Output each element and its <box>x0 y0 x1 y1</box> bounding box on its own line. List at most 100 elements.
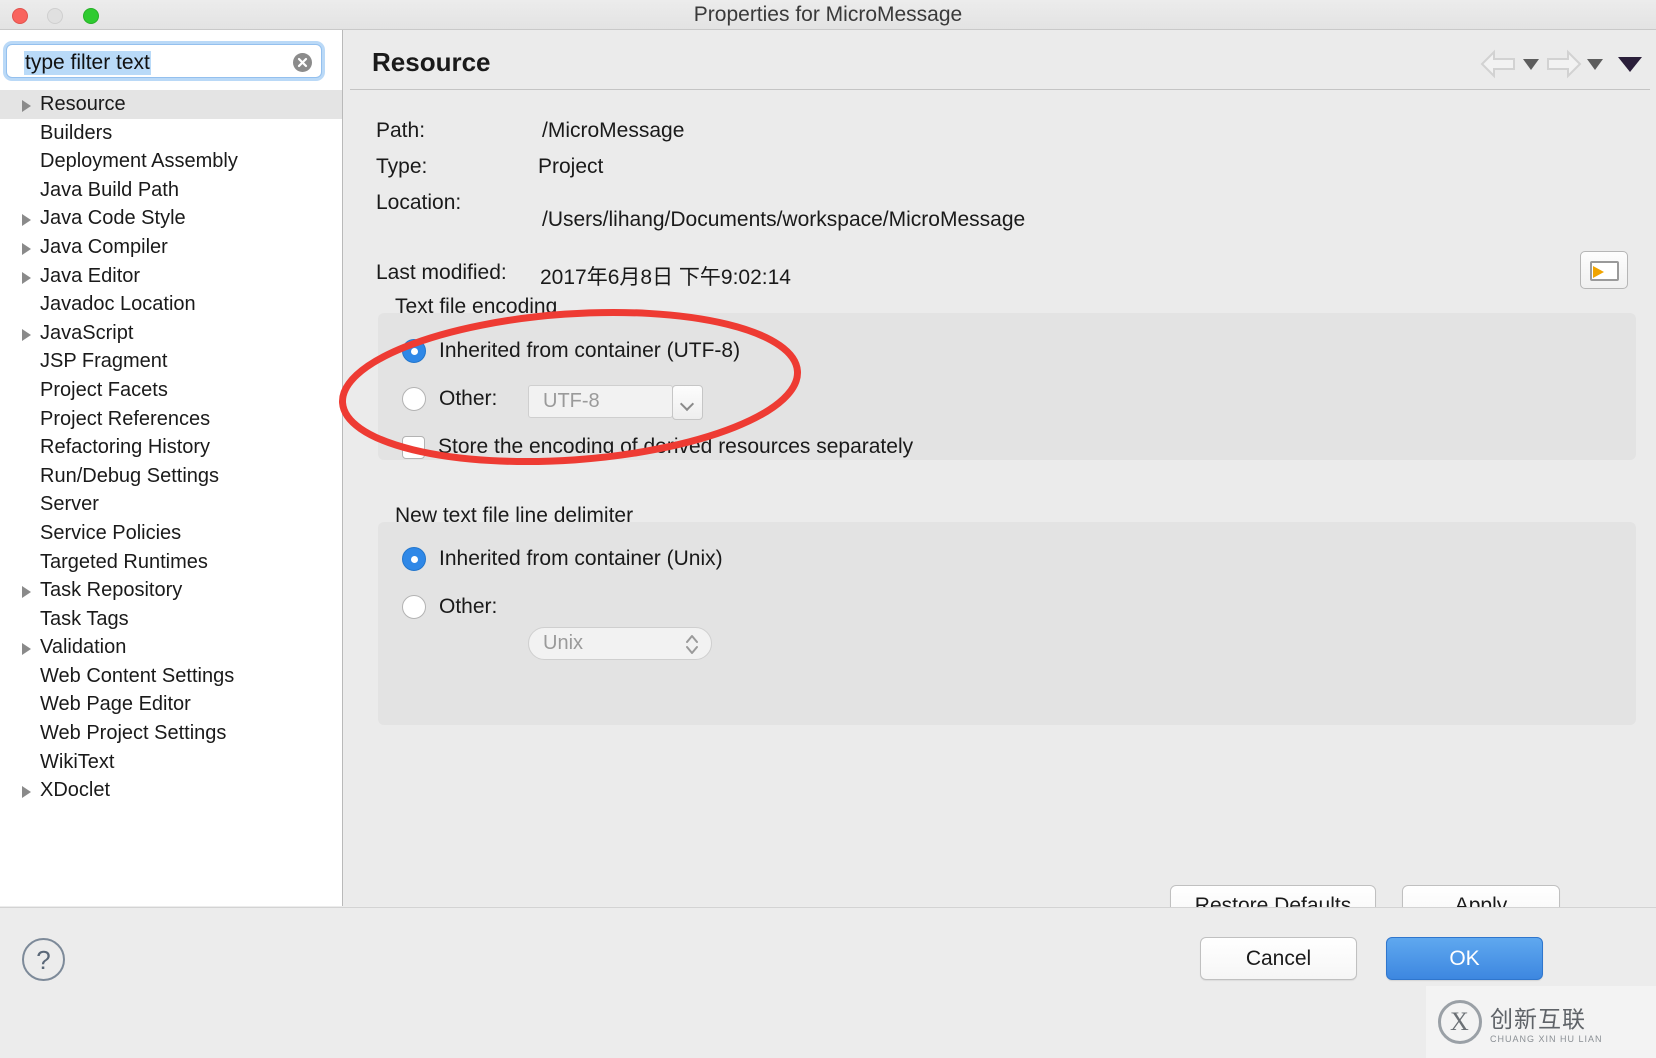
encoding-other-radio-row[interactable]: Other: <box>402 387 497 411</box>
sidebar-item-java-compiler[interactable]: Java Compiler <box>0 233 342 262</box>
sidebar-item-label: JavaScript <box>40 321 134 344</box>
sidebar-item-label: Java Code Style <box>40 207 186 230</box>
stepper-updown-icon[interactable] <box>685 633 699 656</box>
page-header: Resource <box>350 34 1650 90</box>
sidebar-item-label: Deployment Assembly <box>40 150 238 173</box>
expand-triangle-icon[interactable] <box>22 586 31 599</box>
sidebar-item-run-debug-settings[interactable]: Run/Debug Settings <box>0 462 342 491</box>
sidebar-item-label: Web Project Settings <box>40 722 227 745</box>
watermark-line-1: 创新互联 <box>1490 1006 1586 1032</box>
sidebar-item-label: Java Compiler <box>40 235 168 258</box>
sidebar-item-javadoc-location[interactable]: Javadoc Location <box>0 290 342 319</box>
triangle-down-icon[interactable] <box>1618 56 1642 72</box>
window-title: Properties for MicroMessage <box>693 3 963 26</box>
watermark-text: 创新互联 CHUANG XIN HU LIAN <box>1490 1000 1603 1044</box>
cancel-button[interactable]: Cancel <box>1200 937 1357 980</box>
sidebar-item-wikitext[interactable]: WikiText <box>0 748 342 777</box>
expand-triangle-icon[interactable] <box>22 643 31 656</box>
encoding-select[interactable]: UTF-8 <box>528 385 703 420</box>
back-history-chevron-down-icon[interactable] <box>1523 58 1539 70</box>
sidebar-item-web-page-editor[interactable]: Web Page Editor <box>0 690 342 719</box>
sidebar-item-label: Web Content Settings <box>40 664 235 687</box>
watermark: 创新互联 CHUANG XIN HU LIAN <box>1426 986 1656 1058</box>
expand-triangle-icon[interactable] <box>22 786 31 799</box>
sidebar-item-label: JSP Fragment <box>40 350 168 373</box>
store-encoding-checkbox-row[interactable]: Store the encoding of derived resources … <box>402 435 913 459</box>
sidebar-item-deployment-assembly[interactable]: Deployment Assembly <box>0 147 342 176</box>
page-nav-toolbar <box>1480 46 1642 82</box>
location-value: /Users/lihang/Documents/workspace/MicroM… <box>542 208 1026 231</box>
sidebar-item-label: Web Page Editor <box>40 693 191 716</box>
delimiter-other-radio[interactable] <box>402 595 426 619</box>
sidebar-item-resource[interactable]: Resource <box>0 90 342 119</box>
sidebar-item-label: WikiText <box>40 750 115 773</box>
expand-triangle-icon[interactable] <box>22 328 31 341</box>
sidebar-item-web-content-settings[interactable]: Web Content Settings <box>0 662 342 691</box>
ok-label: OK <box>1449 946 1480 970</box>
sidebar-item-service-policies[interactable]: Service Policies <box>0 519 342 548</box>
sidebar-item-label: Run/Debug Settings <box>40 464 220 487</box>
store-encoding-checkbox[interactable] <box>402 435 425 459</box>
sidebar-item-javascript[interactable]: JavaScript <box>0 319 342 348</box>
settings-tree[interactable]: Resource Builders Deployment Assembly Java … <box>0 90 342 905</box>
encoding-inherit-label: Inherited from container (UTF-8) <box>439 339 741 362</box>
path-label: Path: <box>376 119 426 142</box>
watermark-line-2: CHUANG XIN HU LIAN <box>1490 1034 1603 1044</box>
sidebar-item-task-repository[interactable]: Task Repository <box>0 576 342 605</box>
page-title: Resource <box>372 47 491 77</box>
sidebar-item-project-references[interactable]: Project References <box>0 405 342 434</box>
sidebar-item-task-tags[interactable]: Task Tags <box>0 605 342 634</box>
folder-arrow-icon[interactable] <box>1580 251 1628 289</box>
encoding-inherit-radio[interactable] <box>402 339 426 363</box>
sidebar-item-targeted-runtimes[interactable]: Targeted Runtimes <box>0 548 342 577</box>
sidebar-item-project-facets[interactable]: Project Facets <box>0 376 342 405</box>
expand-triangle-icon[interactable] <box>22 242 31 255</box>
sidebar-item-java-editor[interactable]: Java Editor <box>0 262 342 291</box>
arrow-right-icon[interactable] <box>1544 49 1582 79</box>
sidebar-item-label: Resource <box>40 93 126 115</box>
store-encoding-label: Store the encoding of derived resources … <box>438 435 914 458</box>
encoding-other-radio[interactable] <box>402 387 426 411</box>
search-input[interactable]: type filter text <box>6 44 322 78</box>
arrow-left-icon[interactable] <box>1480 49 1518 79</box>
forward-history-chevron-down-icon[interactable] <box>1587 58 1603 70</box>
delimiter-select[interactable]: Unix <box>528 627 712 660</box>
encoding-inherit-radio-row[interactable]: Inherited from container (UTF-8) <box>402 339 740 363</box>
sidebar-item-label: Targeted Runtimes <box>40 550 208 573</box>
path-value: /MicroMessage <box>542 119 685 142</box>
delimiter-inherit-radio[interactable] <box>402 547 426 571</box>
sidebar-item-label: Project Facets <box>40 378 168 401</box>
sidebar-item-jsp-fragment[interactable]: JSP Fragment <box>0 347 342 376</box>
encoding-select-value: UTF-8 <box>543 390 600 412</box>
sidebar-item-label: Javadoc Location <box>40 293 196 316</box>
sidebar-item-server[interactable]: Server <box>0 490 342 519</box>
type-value: Project <box>538 155 604 178</box>
sidebar-item-label: Refactoring History <box>40 436 211 459</box>
delimiter-select-value: Unix <box>543 632 584 654</box>
encoding-other-label: Other: <box>439 387 498 410</box>
window-titlebar: Properties for MicroMessage <box>0 0 1656 30</box>
delimiter-inherit-radio-row[interactable]: Inherited from container (Unix) <box>402 547 723 571</box>
expand-triangle-icon[interactable] <box>22 100 31 112</box>
cx-logo-icon <box>1438 1000 1482 1044</box>
type-label: Type: <box>376 155 428 178</box>
sidebar-item-label: Java Build Path <box>40 178 179 201</box>
clear-icon[interactable] <box>293 53 312 72</box>
help-circle-icon[interactable]: ? <box>22 938 65 981</box>
expand-triangle-icon[interactable] <box>22 271 31 284</box>
expand-triangle-icon[interactable] <box>22 214 31 227</box>
sidebar-item-java-build-path[interactable]: Java Build Path <box>0 176 342 205</box>
sidebar-item-validation[interactable]: Validation <box>0 633 342 662</box>
settings-sidebar: type filter text Resource Builders Deploym… <box>0 30 343 906</box>
sidebar-item-xdoclet[interactable]: XDoclet <box>0 776 342 805</box>
chevron-down-icon[interactable] <box>672 385 703 420</box>
sidebar-item-java-code-style[interactable]: Java Code Style <box>0 204 342 233</box>
sidebar-item-refactoring-history[interactable]: Refactoring History <box>0 433 342 462</box>
last-modified-value: 2017年6月8日 下午9:02:14 <box>540 266 791 289</box>
sidebar-item-web-project-settings[interactable]: Web Project Settings <box>0 719 342 748</box>
sidebar-item-label: Builders <box>40 121 113 144</box>
sidebar-item-builders[interactable]: Builders <box>0 119 342 148</box>
sidebar-item-label: Validation <box>40 636 127 659</box>
ok-button[interactable]: OK <box>1386 937 1543 980</box>
delimiter-other-radio-row[interactable]: Other: <box>402 595 497 619</box>
